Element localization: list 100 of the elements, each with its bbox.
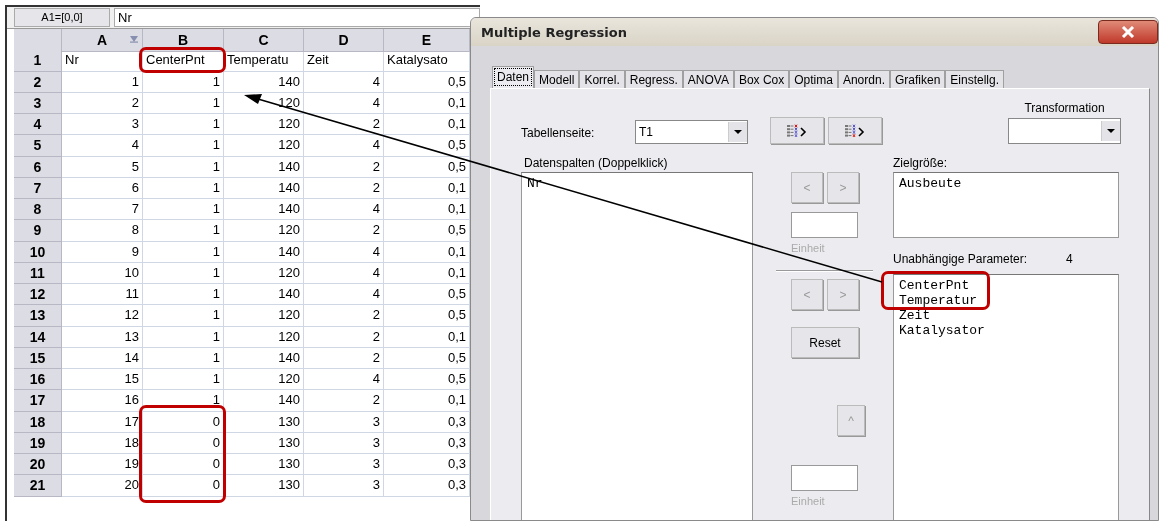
tab[interactable]: Einstellg. xyxy=(945,70,1005,88)
column-header[interactable]: C xyxy=(224,29,304,52)
table-cell: 0 xyxy=(143,475,224,497)
table-cell: 2 xyxy=(304,390,384,412)
table-cell: 8 xyxy=(62,220,143,242)
unit-field[interactable] xyxy=(791,465,858,491)
table-cell: Zeit xyxy=(304,50,384,72)
row-header[interactable]: 12 xyxy=(14,284,62,306)
table-cell: 0 xyxy=(143,432,224,454)
table-cell: 2 xyxy=(304,156,384,178)
table-cell: 120 xyxy=(224,305,304,327)
table-cell: 7 xyxy=(62,199,143,221)
table-cell: 11 xyxy=(62,284,143,306)
transfer-button[interactable] xyxy=(828,117,882,144)
row-header[interactable]: 19 xyxy=(14,432,62,454)
table-cell: 130 xyxy=(224,454,304,476)
row-header[interactable]: 13 xyxy=(14,305,62,327)
table-cell: 140 xyxy=(224,71,304,93)
table-cell: 1 xyxy=(143,71,224,93)
table-cell: 13 xyxy=(62,326,143,348)
table-cell: 1 xyxy=(143,284,224,306)
table-cell: Nr xyxy=(62,50,143,72)
list-item[interactable]: CenterPnt xyxy=(899,278,1113,293)
table-cell: 4 xyxy=(304,241,384,263)
table-cell: 140 xyxy=(224,284,304,306)
row-header[interactable]: 21 xyxy=(14,475,62,497)
tab[interactable]: Regress. xyxy=(624,70,683,88)
row-header[interactable]: 14 xyxy=(14,326,62,348)
row-header[interactable]: 7 xyxy=(14,177,62,199)
column-header[interactable]: A xyxy=(62,29,143,52)
row-header[interactable]: 20 xyxy=(14,454,62,476)
reset-button[interactable]: Reset xyxy=(791,327,859,358)
table-cell: 1 xyxy=(62,71,143,93)
table-cell: 140 xyxy=(224,199,304,221)
table-cell: 120 xyxy=(224,326,304,348)
tab[interactable]: ANOVA xyxy=(682,70,734,88)
row-header[interactable]: 9 xyxy=(14,220,62,242)
tab[interactable]: Box Cox xyxy=(733,70,790,88)
table-cell: 15 xyxy=(62,369,143,391)
row-header[interactable]: 17 xyxy=(14,390,62,412)
cell-reference: A1=[0,0] xyxy=(14,8,110,27)
tab[interactable]: Daten xyxy=(492,66,535,88)
table-cell: 130 xyxy=(224,432,304,454)
table-cell: 130 xyxy=(224,411,304,433)
tab[interactable]: Grafiken xyxy=(889,70,946,88)
row-header[interactable]: 3 xyxy=(14,92,62,114)
parameters-list[interactable]: CenterPnt Temperatur Zeit Katalysator xyxy=(893,274,1119,520)
sheet-label: Tabellenseite: xyxy=(521,126,596,140)
dropdown-arrow-icon xyxy=(1107,129,1115,133)
tab[interactable]: Korrel. xyxy=(579,70,625,88)
row-header[interactable]: 15 xyxy=(14,347,62,369)
list-item[interactable]: Zeit xyxy=(899,308,1113,323)
transformation-dropdown[interactable] xyxy=(1008,118,1121,144)
window-title: Multiple Regression xyxy=(481,24,627,40)
table-cell: 17 xyxy=(62,411,143,433)
table-cell: 1 xyxy=(143,177,224,199)
table-cell: 140 xyxy=(224,156,304,178)
row-header[interactable]: 10 xyxy=(14,241,62,263)
dropdown-icon[interactable] xyxy=(130,36,138,43)
tab[interactable]: Anordn. xyxy=(837,70,890,88)
row-header[interactable]: 18 xyxy=(14,411,62,433)
table-cell: 120 xyxy=(224,220,304,242)
table-cell: 0 xyxy=(143,454,224,476)
table-cell: 140 xyxy=(224,390,304,412)
row-header[interactable]: 6 xyxy=(14,156,62,178)
table-cell: 3 xyxy=(304,475,384,497)
tab[interactable]: Optima xyxy=(789,70,838,88)
row-header[interactable]: 11 xyxy=(14,262,62,284)
sheet-dropdown[interactable]: T1 xyxy=(635,120,748,144)
table-cell: 140 xyxy=(224,177,304,199)
formula-field[interactable]: Nr xyxy=(114,8,480,27)
row-header[interactable]: 16 xyxy=(14,369,62,391)
row-header[interactable]: 8 xyxy=(14,199,62,221)
row-header[interactable]: 5 xyxy=(14,135,62,157)
target-list[interactable]: Ausbeute xyxy=(893,172,1119,238)
tab[interactable]: Modell xyxy=(534,70,580,88)
table-cell: 120 xyxy=(224,369,304,391)
list-item[interactable]: Temperatur xyxy=(899,293,1113,308)
table-cell: 1 xyxy=(143,114,224,136)
table-cell: 120 xyxy=(224,135,304,157)
row-header[interactable]: 4 xyxy=(14,114,62,136)
column-header[interactable]: D xyxy=(304,29,384,52)
row-header[interactable]: 2 xyxy=(14,71,62,93)
table-cell: 1 xyxy=(143,390,224,412)
unit-label: Einheit xyxy=(791,495,825,509)
table-cell: 2 xyxy=(304,326,384,348)
column-header[interactable]: E xyxy=(384,29,470,52)
unit-field[interactable] xyxy=(791,212,858,238)
table-cell: 10 xyxy=(62,262,143,284)
table-cell: 4 xyxy=(304,284,384,306)
table-cell: 4 xyxy=(62,135,143,157)
table-cell: 1 xyxy=(143,199,224,221)
table-cell: 2 xyxy=(304,347,384,369)
table-cell: 2 xyxy=(304,114,384,136)
list-item[interactable]: Katalysator xyxy=(899,323,1113,338)
data-columns-label: Datenspalten (Doppelklick) xyxy=(523,156,669,172)
transfer-button[interactable] xyxy=(770,117,824,144)
row-header[interactable]: 1 xyxy=(14,50,62,72)
list-item[interactable]: Ausbeute xyxy=(899,176,1113,191)
close-button[interactable] xyxy=(1098,20,1158,44)
